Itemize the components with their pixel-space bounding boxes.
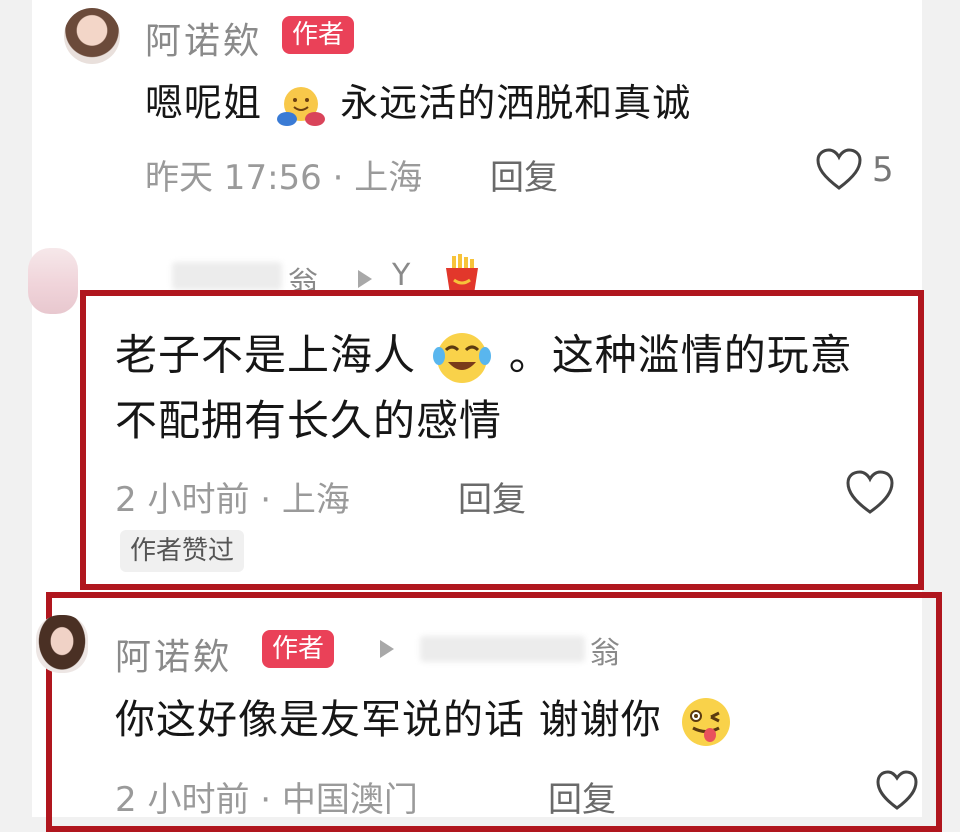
comment-time-location: 昨天 17:56 · 上海 — [145, 158, 423, 198]
heart-icon[interactable] — [845, 470, 895, 516]
blurred-username — [172, 262, 282, 290]
hug-emoji — [277, 86, 326, 126]
like-count: 5 — [872, 150, 894, 190]
comment-time-location: 2 小时前 · 中国澳门 — [115, 780, 418, 820]
wink-tongue-emoji — [682, 698, 731, 746]
author-liked-tag: 作者赞过 — [120, 530, 245, 572]
reply-button[interactable]: 回复 — [490, 150, 558, 199]
reply-arrow-icon — [380, 640, 394, 658]
comment-text-line: 老子不是上海人 。这种滥情的玩意 — [115, 330, 853, 386]
comment-text-part: 老子不是上海人 — [115, 330, 417, 380]
heart-icon[interactable] — [815, 148, 863, 192]
comment-text-part: 永远活的洒脱和真诚 — [340, 81, 692, 125]
author-badge: 作者 — [262, 630, 335, 668]
author-badge: 作者 — [282, 16, 355, 54]
user-name[interactable]: 阿诺欸 — [115, 628, 232, 680]
user-name[interactable]: 阿诺欸 — [145, 12, 262, 64]
user-avatar[interactable] — [36, 615, 88, 673]
comment-text-part: 。这种滥情的玩意 — [508, 330, 853, 380]
comment-time-location: 2 小时前 · 上海 — [115, 480, 350, 520]
comment-text-line: 不配拥有长久的感情 — [115, 396, 503, 445]
laugh-cry-emoji — [433, 333, 492, 383]
reply-button[interactable]: 回复 — [458, 472, 526, 521]
comment-text-part: 你这好像是友军说的话 谢谢你 — [115, 697, 662, 743]
reply-target-name[interactable]: Y — [392, 258, 413, 293]
comment-text: 嗯呢姐 永远活的洒脱和真诚 — [145, 78, 691, 129]
reply-target-name-fragment[interactable]: 翁 — [590, 628, 623, 672]
comment-text-part: 嗯呢姐 — [145, 81, 263, 125]
blurred-username — [420, 636, 585, 662]
user-avatar[interactable] — [28, 248, 78, 314]
comment-text: 你这好像是友军说的话 谢谢你 — [115, 695, 737, 749]
reply-button[interactable]: 回复 — [548, 772, 616, 821]
user-avatar[interactable] — [64, 8, 120, 64]
reply-arrow-icon — [358, 270, 372, 288]
heart-icon[interactable] — [875, 770, 919, 812]
